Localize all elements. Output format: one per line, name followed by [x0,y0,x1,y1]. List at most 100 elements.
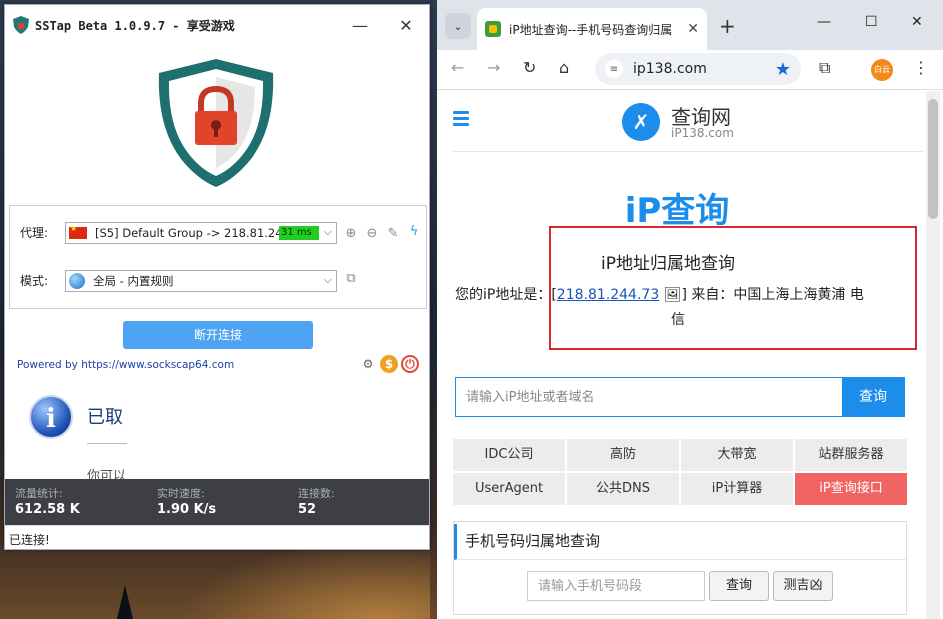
info-icon: i [29,395,73,439]
quick-links: IDC公司 高防 大带宽 站群服务器 UserAgent 公共DNS iP计算器… [453,439,907,505]
powered-by-link[interactable]: Powered by https://www.sockscap64.com [17,359,234,371]
desktop-glow [180,540,430,619]
ip-suffix: ] 来自：中国上海上海黄浦 电 [681,287,864,303]
url-text: ip138.com [633,61,707,77]
phone-lookup-title: 手机号码归属地查询 [454,524,906,560]
extensions-icon[interactable]: ⧉ [819,58,830,78]
tab-ip138[interactable]: iP地址查询--手机号码查询归属 ✕ [477,8,707,50]
phone-query-button[interactable]: 查询 [709,571,769,601]
maximize-icon[interactable]: ☐ [865,14,878,30]
traffic-label: 流量统计: [15,487,63,500]
gear-icon[interactable]: ⚙ [359,355,377,373]
scrollbar-thumb[interactable] [928,99,938,219]
menu-icon[interactable]: ⋮ [913,58,929,77]
sstap-window: SSTap Beta 1.0.9.7 - 享受游戏 — ✕ 代理: [S5] D… [4,4,430,550]
tab-title: iP地址查询--手机号码查询归属 [509,22,673,37]
bookmark-star-icon[interactable]: ★ [775,59,791,80]
tab-search-icon[interactable]: ⌄ [445,13,471,39]
disconnect-button[interactable]: 断开连接 [123,321,313,349]
proxy-label: 代理: [20,226,49,240]
config-panel: 代理: [S5] Default Group -> 218.81.24... 3… [9,205,427,309]
hamburger-menu-icon[interactable] [453,111,469,127]
broken-image-icon: 🖼 [663,287,682,303]
rule-settings-icon[interactable]: ⧉ [343,270,359,286]
traffic-stat: 流量统计: 612.58 K [15,485,80,517]
proxy-value: [S5] Default Group -> 218.81.24... [95,226,294,240]
forward-icon[interactable]: → [487,58,500,77]
phone-lookup-panel: 手机号码归属地查询 查询 测吉凶 [453,521,907,615]
result-title: iP地址归属地查询 [601,254,735,274]
connections-label: 连接数: [298,487,335,500]
traffic-value: 612.58 K [15,502,80,517]
mode-select[interactable]: 全局 - 内置规则 ⌵ [65,270,337,292]
minimize-button[interactable]: — [337,5,383,45]
page-title: iP查询 [624,191,730,231]
close-button[interactable]: ✕ [383,5,429,45]
favicon-icon [485,21,501,37]
stats-bar: 流量统计: 612.58 K 实时速度: 1.90 K/s 连接数: 52 [5,479,429,525]
brand-sub: iP138.com [671,126,734,140]
ip-search-form: 查询 [455,377,905,417]
site-info-icon[interactable]: ≡ [605,60,623,78]
remove-proxy-icon[interactable]: ⊖ [364,225,380,241]
address-bar[interactable]: ≡ ip138.com ★ [595,53,801,85]
speed-stat: 实时速度: 1.90 K/s [157,485,216,517]
tab-strip: ⌄ iP地址查询--手机号码查询归属 ✕ + — ☐ ✕ [437,0,943,50]
ip-link[interactable]: 218.81.244.73 [557,287,659,303]
speed-label: 实时速度: [157,487,205,500]
edit-proxy-icon[interactable]: ✎ [385,225,401,241]
ping-badge: 31 ms [279,226,319,240]
desktop-tree [117,585,133,619]
link-ip-api[interactable]: iP查询接口 [795,473,907,505]
link-ip-calculator[interactable]: iP计算器 [681,473,793,505]
add-proxy-icon[interactable]: ⊕ [343,225,359,241]
phone-input[interactable] [527,571,705,601]
proxy-select[interactable]: [S5] Default Group -> 218.81.24... 31 ms… [65,222,337,244]
link-ddos[interactable]: 高防 [567,439,679,471]
connections-value: 52 [298,502,317,517]
reload-icon[interactable]: ↻ [523,58,536,77]
chevron-down-icon: ⌵ [323,273,332,286]
new-tab-icon[interactable]: + [719,14,736,38]
result-tail: 信 [671,312,685,328]
ip138-logo-icon[interactable]: ✗ [622,103,660,141]
phone-luck-button[interactable]: 测吉凶 [773,571,833,601]
window-close-icon[interactable]: ✕ [911,14,923,30]
dollar-icon[interactable]: $ [380,355,398,373]
mode-value: 全局 - 内置规则 [93,274,174,288]
link-idc[interactable]: IDC公司 [453,439,565,471]
speed-value: 1.90 K/s [157,502,217,517]
status-bar: 已连接! [5,525,429,549]
mode-label: 模式: [20,274,49,288]
shield-lock-icon [158,59,274,187]
page-scrollbar[interactable] [926,91,940,619]
chevron-down-icon: ⌵ [323,225,332,238]
link-site-group[interactable]: 站群服务器 [795,439,907,471]
connections-stat: 连接数: 52 [298,485,335,517]
ip-prefix: 您的iP地址是：[ [455,287,557,303]
sstap-title: SSTap Beta 1.0.9.7 - 享受游戏 [35,18,235,33]
speed-test-icon[interactable]: ϟ [406,223,422,239]
header-divider [453,151,923,152]
power-icon[interactable]: ⏻ [401,355,419,373]
browser-window: ⌄ iP地址查询--手机号码查询归属 ✕ + — ☐ ✕ ← → ↻ ⌂ ≡ i… [437,0,943,619]
link-bandwidth[interactable]: 大带宽 [681,439,793,471]
link-useragent[interactable]: UserAgent [453,473,565,505]
china-flag-icon [69,224,87,239]
link-dns[interactable]: 公共DNS [567,473,679,505]
page-content: ✗ 查询网 iP138.com iP查询 iP地址归属地查询 您的iP地址是：[… [437,91,925,619]
sstap-titlebar[interactable]: SSTap Beta 1.0.9.7 - 享受游戏 — ✕ [5,5,429,45]
back-icon[interactable]: ← [451,58,464,77]
ip-search-input[interactable] [456,378,842,416]
tab-close-icon[interactable]: ✕ [687,21,699,37]
ip-search-button[interactable]: 查询 [842,378,904,416]
info-divider [87,443,127,444]
result-line: 您的iP地址是：[218.81.244.73 🖼] 来自：中国上海上海黄浦 电 [455,284,864,304]
sstap-logo-icon [13,16,29,34]
minimize-icon[interactable]: — [817,14,831,30]
profile-avatar[interactable]: 白云 [871,59,893,81]
globe-icon [69,273,85,289]
home-icon[interactable]: ⌂ [559,58,569,77]
info-title: 已取 [87,407,123,428]
info-subtitle: 你可以 [87,469,127,479]
